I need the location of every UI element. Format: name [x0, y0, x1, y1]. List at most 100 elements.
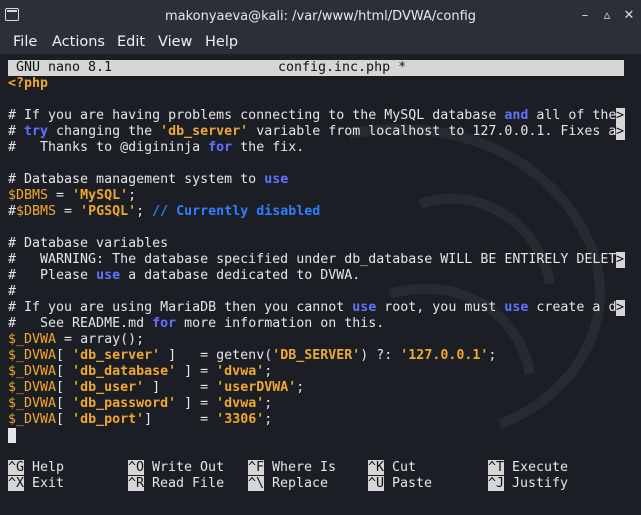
code-token: use: [264, 172, 289, 187]
shortcut-item: ^F Where Is: [248, 460, 336, 476]
shortcut-key: ^T: [488, 460, 505, 475]
code-token: try: [24, 124, 49, 139]
kali-dragon-watermark: [349, 123, 605, 429]
code-token: ] =: [176, 364, 217, 379]
code-token: 'db_server': [160, 124, 249, 139]
line-overflow-marker: >: [616, 124, 625, 140]
code-token: = array();: [56, 332, 145, 347]
maximize-icon[interactable]: ▵: [599, 8, 615, 24]
code-line[interactable]: # try changing the 'db_server' variable …: [8, 124, 616, 140]
code-token: #: [8, 124, 25, 139]
nano-filename: config.inc.php *: [278, 60, 407, 75]
code-token: 'DB_SERVER': [272, 348, 361, 363]
code-token: $_DVWA: [8, 380, 57, 395]
code-token: <?php: [8, 76, 49, 91]
shortcut-item: ^T Execute: [488, 460, 568, 476]
code-token: for: [208, 140, 233, 155]
code-token: ] = getenv(: [160, 348, 273, 363]
code-token: # Database variables: [8, 236, 169, 251]
code-token: # Database management system to: [8, 172, 265, 187]
code-token: all of the: [528, 108, 617, 123]
shortcut-key: ^X: [8, 476, 25, 491]
title-bar[interactable]: makonyaeva@kali: /var/www/html/DVWA/conf…: [0, 0, 641, 33]
code-token: [: [56, 396, 73, 411]
code-token: ] =: [144, 380, 217, 395]
code-line[interactable]: # If you are using MariaDB then you cann…: [8, 300, 616, 316]
code-token: 'db_port': [72, 412, 145, 427]
menu-view[interactable]: View: [158, 34, 192, 50]
minimize-icon[interactable]: –: [577, 8, 593, 24]
shortcut-key: ^O: [128, 460, 145, 475]
nano-header-bar: GNU nano 8.1 config.inc.php *: [8, 60, 624, 76]
code-token: variable from localhost to 127.0.0.1. Fi…: [248, 124, 617, 139]
code-token: 'db_server': [72, 348, 161, 363]
shortcut-item: ^R Read File: [128, 476, 224, 492]
code-token: '3306': [216, 412, 265, 427]
code-token: $_DVWA: [8, 412, 57, 427]
code-line[interactable]: # Database management system to use: [8, 172, 288, 188]
code-token: =: [48, 188, 73, 203]
code-token: $DBMS: [16, 204, 57, 219]
code-line[interactable]: # WARNING: The database specified under …: [8, 252, 616, 268]
shortcut-key: ^R: [128, 476, 145, 491]
code-line[interactable]: <?php: [8, 76, 48, 92]
shortcut-label: Help: [24, 460, 65, 475]
code-token: 'userDVWA': [216, 380, 297, 395]
code-token: changing the: [48, 124, 161, 139]
shortcut-item: ^\ Replace: [248, 476, 328, 492]
code-token: ;: [296, 380, 305, 395]
code-line[interactable]: #: [8, 284, 16, 300]
code-line[interactable]: # Database variables: [8, 236, 168, 252]
shortcut-label: Execute: [504, 460, 569, 475]
code-line[interactable]: # Please use a database dedicated to DVW…: [8, 268, 360, 284]
terminal-area[interactable]: GNU nano 8.1 config.inc.php * <?php # If …: [0, 54, 641, 515]
code-line[interactable]: # See README.md for more information on …: [8, 316, 384, 332]
code-token: for: [152, 316, 177, 331]
code-line[interactable]: #$DBMS = 'PGSQL'; // Currently disabled: [8, 204, 320, 220]
menu-file[interactable]: File: [13, 34, 37, 50]
line-overflow-marker: >: [616, 300, 625, 316]
code-token: and: [504, 108, 529, 123]
code-token: 'db_user': [72, 380, 145, 395]
code-token: #: [8, 284, 17, 299]
code-token: ;: [136, 204, 153, 219]
menu-help[interactable]: Help: [205, 34, 238, 50]
menu-actions[interactable]: Actions: [52, 34, 105, 50]
code-token: ] =: [144, 412, 217, 427]
code-token: # If you are using MariaDB then you cann…: [8, 300, 353, 315]
shortcut-label: Where Is: [264, 460, 337, 475]
code-line[interactable]: $_DVWA[ 'db_password' ] = 'dvwa';: [8, 396, 272, 412]
code-line[interactable]: $_DVWA[ 'db_port'] = '3306';: [8, 412, 272, 428]
code-line[interactable]: $_DVWA = array();: [8, 332, 144, 348]
code-token: $_DVWA: [8, 364, 57, 379]
text-cursor: [8, 428, 16, 443]
terminal-window: makonyaeva@kali: /var/www/html/DVWA/conf…: [0, 0, 641, 515]
code-token: $_DVWA: [8, 332, 57, 347]
code-token: 'PGSQL': [80, 204, 137, 219]
code-token: use: [352, 300, 377, 315]
code-token: =: [56, 204, 81, 219]
code-token: ;: [264, 364, 273, 379]
menu-edit[interactable]: Edit: [117, 34, 145, 50]
code-token: 'db_database': [72, 364, 177, 379]
shortcut-item: ^X Exit: [8, 476, 64, 492]
close-icon[interactable]: ✕: [621, 8, 637, 24]
code-line[interactable]: $DBMS = 'MySQL';: [8, 188, 136, 204]
code-line[interactable]: $_DVWA[ 'db_user' ] = 'userDVWA';: [8, 380, 304, 396]
shortcut-item: ^U Paste: [368, 476, 432, 492]
shortcut-key: ^J: [488, 476, 505, 491]
nano-shortcut-bar: ^G Help ^O Write Out ^F Where Is ^K Cut ^T E…: [8, 460, 624, 492]
code-token: 'MySQL': [72, 188, 129, 203]
code-line[interactable]: $_DVWA[ 'db_database' ] = 'dvwa';: [8, 364, 272, 380]
code-token: // Currently disabled: [152, 204, 321, 219]
code-line[interactable]: # If you are having problems connecting …: [8, 108, 616, 124]
shortcut-key: ^G: [8, 460, 25, 475]
code-token: ;: [264, 412, 273, 427]
code-token: ) ?:: [360, 348, 401, 363]
shortcut-key: ^K: [368, 460, 385, 475]
code-token: a database dedicated to DVWA.: [120, 268, 361, 283]
code-line[interactable]: # Thanks to @digininja for the fix.: [8, 140, 304, 156]
shortcut-label: Replace: [264, 476, 329, 491]
code-line[interactable]: $_DVWA[ 'db_server' ] = getenv('DB_SERVE…: [8, 348, 496, 364]
code-token: # WARNING: The database specified under …: [8, 252, 617, 267]
